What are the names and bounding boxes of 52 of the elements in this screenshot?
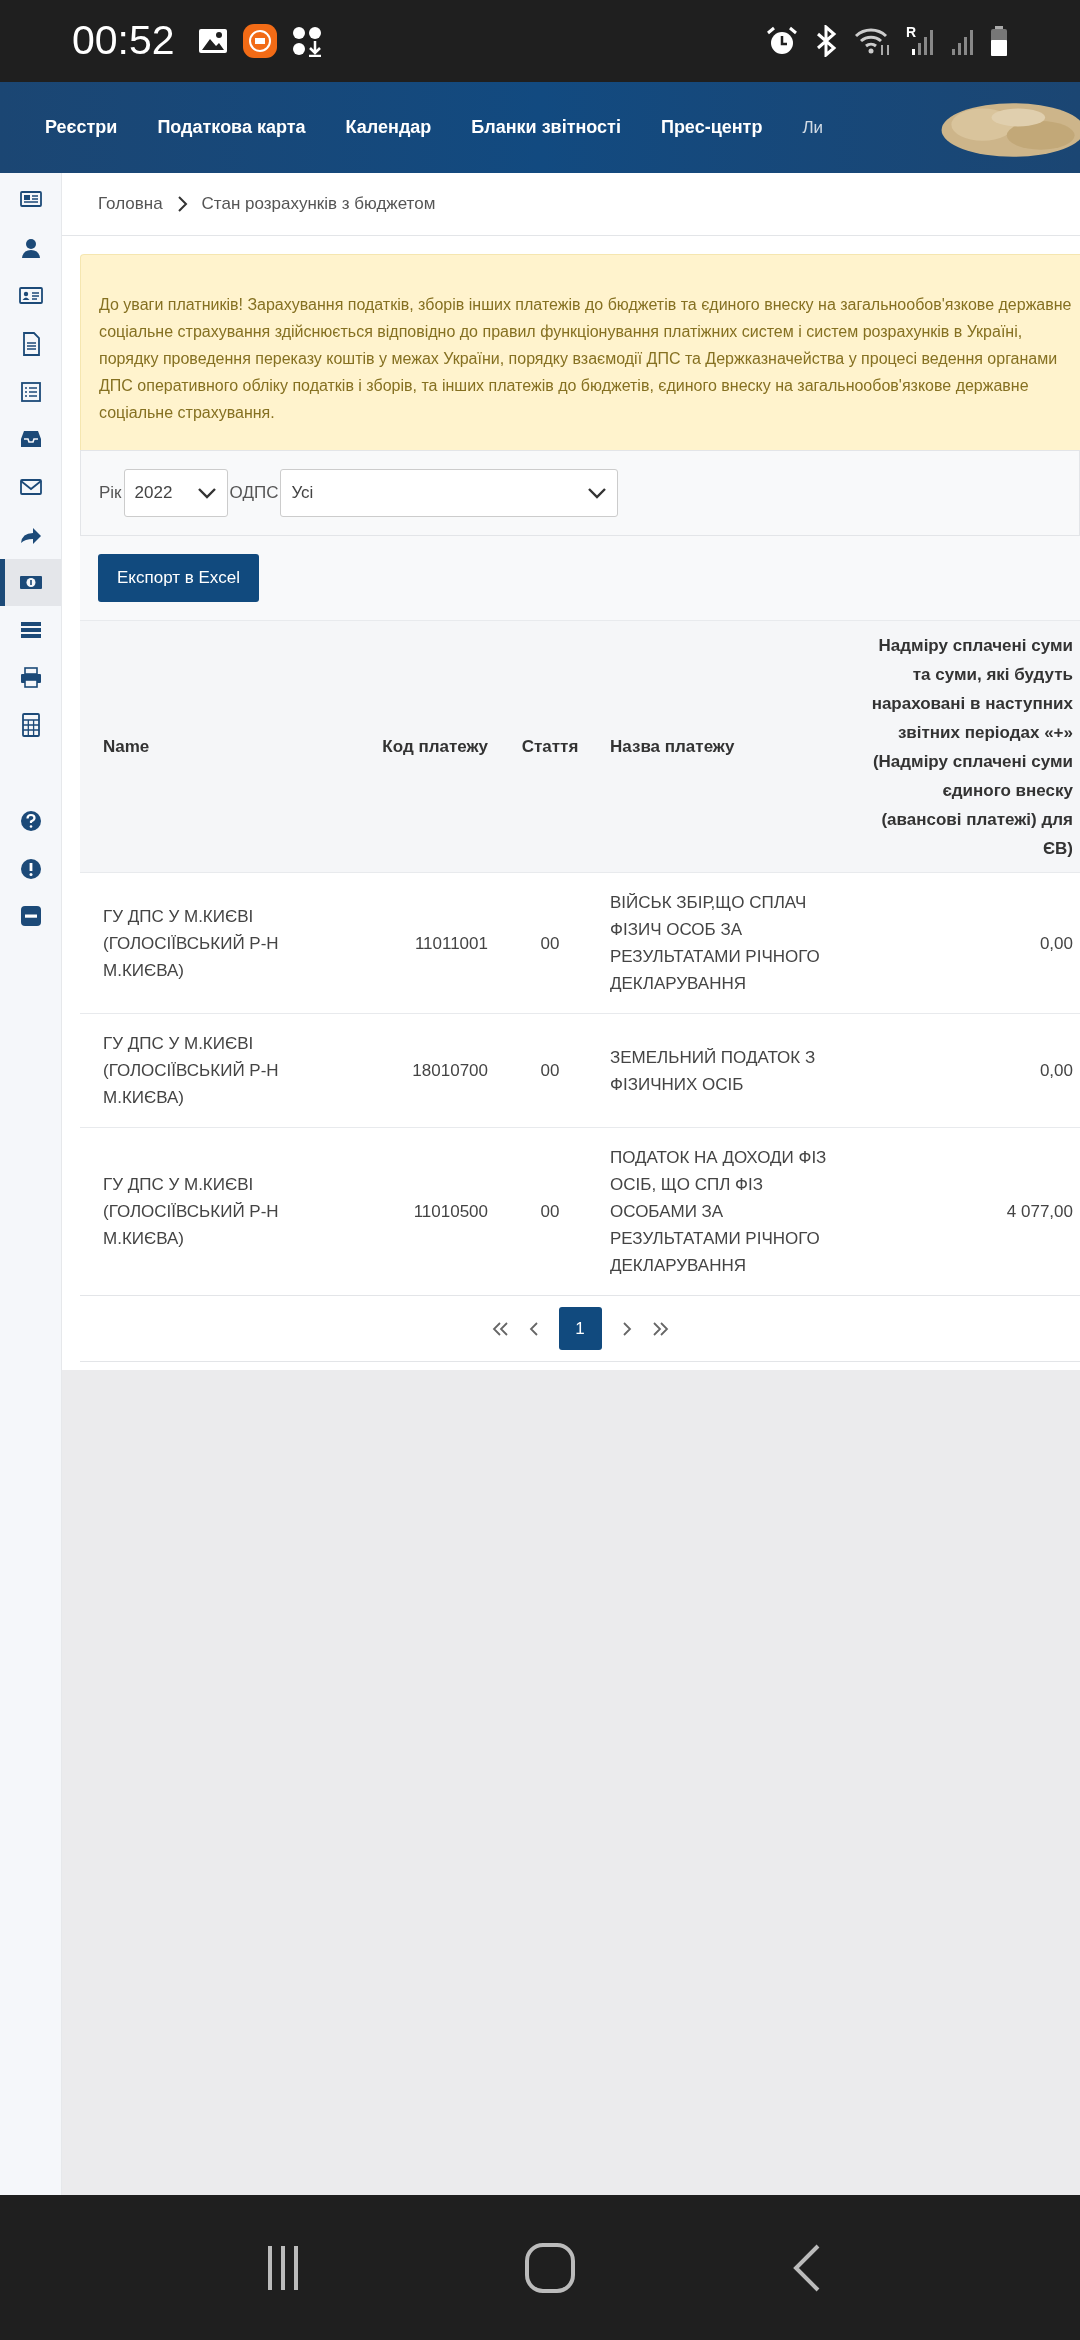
app-icon bbox=[242, 24, 277, 58]
breadcrumb-item: Стан розрахунків з бюджетом bbox=[201, 193, 436, 216]
table-cell: ПОДАТОК НА ДОХОДИ ФІЗ ОСІБ, ЩО СПЛ ФІЗ ОСОБАМИ ЗА РЕЗУЛЬТАТАМИ РІЧНОГО ДЕКЛАРУВАННЯ bbox=[600, 1127, 855, 1295]
table-cell: ГУ ДПС У М.КИЄВІ (ГОЛОСІЇВСЬКИЙ Р-Н М.КИЄВА) bbox=[80, 872, 370, 1014]
table-cell: 00 bbox=[500, 1127, 600, 1295]
column-header: Name bbox=[80, 620, 370, 873]
table-cell: 0,00 bbox=[855, 872, 1080, 1014]
nav-link[interactable]: Прес-центр bbox=[660, 114, 763, 141]
chevron-down-icon bbox=[587, 487, 608, 499]
select-field[interactable]: 2022 bbox=[123, 469, 228, 517]
table-cell: ВІЙСЬК ЗБІР,ЩО СПЛАЧ ФІЗИЧ ОСОБ ЗА РЕЗУЛЬТАТАМИ РІЧНОГО ДЕКЛАРУВАННЯ bbox=[600, 872, 855, 1014]
table-cell: 18010700 bbox=[370, 1013, 500, 1128]
nav-link[interactable]: Податкова карта bbox=[157, 114, 306, 141]
download-icon bbox=[290, 25, 323, 57]
table-cell: 11010500 bbox=[370, 1127, 500, 1295]
clock: 00:52 bbox=[72, 16, 175, 66]
home-icon[interactable] bbox=[524, 2241, 576, 2294]
select-field[interactable]: Усі bbox=[280, 469, 619, 517]
network-label: R bbox=[905, 25, 916, 39]
battery-icon bbox=[990, 26, 1008, 56]
first-page-icon[interactable] bbox=[491, 1320, 509, 1337]
chevron-down-icon bbox=[196, 487, 217, 499]
previous-page-icon[interactable] bbox=[528, 1320, 539, 1337]
breadcrumb-item[interactable]: Головна bbox=[98, 191, 163, 217]
notice-text: До уваги платників! Зарахування податків, зборів інших платежів до бюджетів та єдиного внеску на загальнообов'язкове державне соціальне страхування здійснюється відповідно до правил функціонування платіжних систем і систем розрахунків в Україні, порядку проведення переказу коштів у межах України, порядку взаємодії ДПС та Держказначейства у процесі ведення органами ДПС оперативного обліку податків і зборів, та інших платежів до бюджетів, єдиного внеску на загальнообов'язкове державне соціальне страхування. bbox=[80, 254, 1080, 450]
alarm-icon bbox=[765, 25, 798, 57]
next-page-icon[interactable] bbox=[621, 1320, 632, 1337]
column-header: Назва платежу bbox=[600, 620, 855, 873]
nav-link[interactable]: Календар bbox=[345, 114, 432, 141]
table-cell: 11011001 bbox=[370, 872, 500, 1014]
table-cell: ГУ ДПС У М.КИЄВІ (ГОЛОСІЇВСЬКИЙ Р-Н М.КИЄВА) bbox=[80, 1127, 370, 1295]
filter-label: ОДПС bbox=[229, 482, 279, 505]
table-cell: 00 bbox=[500, 1013, 600, 1128]
column-header: Код платежу bbox=[370, 620, 500, 873]
sidebar-item[interactable] bbox=[0, 558, 61, 607]
nav-link[interactable]: Бланки звітності bbox=[471, 114, 621, 141]
column-header: Надміру сплачені суми та суми, які будуть нараховані в наступних звітних періодах «+» (Надміру сплачені суми єдиного внеску (авансові платежі) для ЄВ) bbox=[855, 620, 1080, 873]
table-cell: 0,00 bbox=[855, 1013, 1080, 1128]
back-icon[interactable] bbox=[792, 2242, 822, 2293]
nav-link[interactable]: Ли bbox=[802, 114, 824, 141]
page-button[interactable]: 1 bbox=[558, 1307, 602, 1350]
last-page-icon[interactable] bbox=[651, 1320, 669, 1337]
filter-label: Рік bbox=[99, 482, 122, 505]
chevron-right-icon bbox=[176, 195, 188, 213]
table-cell: ГУ ДПС У М.КИЄВІ (ГОЛОСІЇВСЬКИЙ Р-Н М.КИЄВА) bbox=[80, 1013, 370, 1128]
table-cell: 4 077,00 bbox=[855, 1127, 1080, 1295]
gallery-icon bbox=[196, 26, 229, 56]
table-cell: 00 bbox=[500, 872, 600, 1014]
nav-link[interactable]: Реєстри bbox=[45, 114, 118, 141]
column-header: Стаття bbox=[500, 620, 600, 873]
export-button[interactable]: Експорт в Excel bbox=[98, 554, 260, 602]
table-cell: ЗЕМЕЛЬНИЙ ПОДАТОК З ФІЗИЧНИХ ОСІБ bbox=[600, 1013, 855, 1128]
